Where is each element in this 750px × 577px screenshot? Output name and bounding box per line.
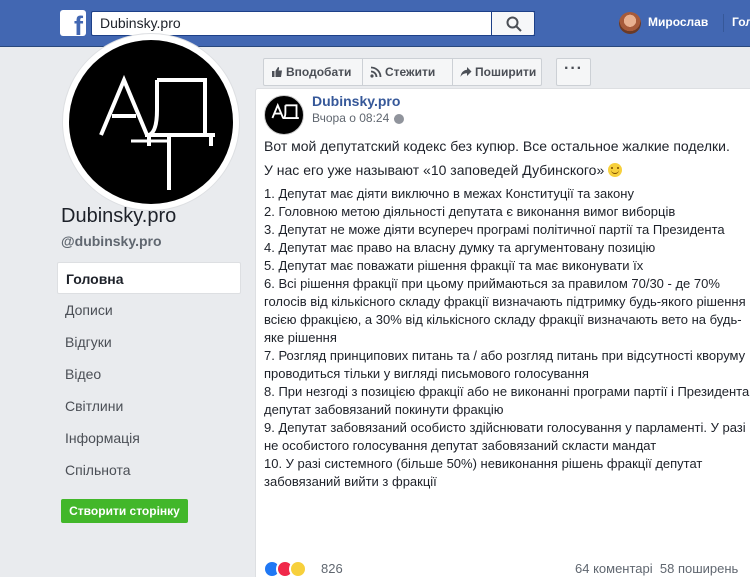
haha-reaction-icon (289, 560, 307, 577)
like-label: Вподобати (286, 65, 352, 79)
smile-emoji-icon (608, 163, 623, 177)
more-options-button[interactable]: ··· (556, 58, 591, 86)
page-profile-picture[interactable] (63, 34, 239, 210)
post-author-avatar[interactable] (264, 95, 304, 135)
post-intro-2: У нас его уже называют «10 заповедей Дуб… (264, 161, 750, 179)
share-label: Поширити (475, 65, 537, 79)
search-icon (506, 16, 522, 32)
follow-label: Стежити (385, 65, 436, 79)
nav-item-home[interactable]: Головна (57, 262, 241, 294)
nav-item-reviews[interactable]: Відгуки (57, 326, 241, 358)
list-item: 2. Головною метою діяльності депутата є … (264, 204, 676, 219)
globe-icon (394, 114, 404, 124)
list-item: 1. Депутат має діяти виключно в межах Ко… (264, 186, 634, 201)
share-arrow-icon (460, 67, 472, 77)
page-name[interactable]: Dubinsky.pro (61, 205, 176, 228)
nav-item-photos[interactable]: Світлини (57, 390, 241, 422)
home-link[interactable]: Головна (732, 15, 750, 29)
like-page-button[interactable]: Вподобати (263, 58, 363, 86)
rss-icon (370, 66, 382, 78)
list-item: 3. Депутат не може діяти всупереч програ… (264, 222, 725, 237)
nav-item-community[interactable]: Спільнота (57, 454, 241, 486)
page-handle[interactable]: @dubinsky.pro (61, 233, 162, 249)
post-author-link[interactable]: Dubinsky.pro (312, 93, 400, 109)
list-item: 8. При незгоді з позицією фракції або не… (264, 384, 750, 417)
list-item: 9. Депутат забовязаний особисто здійснюв… (264, 420, 746, 453)
divider (723, 14, 724, 32)
follow-button[interactable]: Стежити (362, 58, 453, 86)
facebook-logo-icon[interactable]: f (60, 10, 86, 36)
page-actions: Вподобати Стежити Поширити (263, 58, 591, 86)
list-item: 10. У разі системного (більше 50%) невик… (264, 456, 703, 489)
user-avatar[interactable] (619, 12, 641, 34)
post-intro: Вот мой депутатский кодекс без купюр. Вс… (264, 138, 730, 154)
page-logo-ad (99, 74, 215, 190)
thumbs-up-icon (272, 67, 282, 77)
list-item: 6. Всі рішення фракції при цьому приймаю… (264, 276, 746, 345)
list-item: 4. Депутат має право на власну думку та … (264, 240, 656, 255)
post-text: Вот мой депутатский кодекс без купюр. Вс… (264, 137, 750, 491)
reaction-count: 826 (321, 561, 343, 576)
shares-count-link[interactable]: 58 поширень (660, 561, 738, 576)
create-page-button[interactable]: Створити сторінку (61, 499, 188, 523)
nav-item-posts[interactable]: Дописи (57, 294, 241, 326)
search-input[interactable]: Dubinsky.pro (91, 11, 535, 36)
page-logo-ad-small (271, 102, 299, 119)
nav-item-videos[interactable]: Відео (57, 358, 241, 390)
post-card: Dubinsky.pro Вчора о 08:24 · Вот мой деп… (255, 88, 750, 577)
nav-item-about[interactable]: Інформація (57, 422, 241, 454)
page-nav: Головна Дописи Відгуки Відео Світлини Ін… (57, 262, 241, 486)
share-button[interactable]: Поширити (452, 58, 542, 86)
search-button[interactable] (491, 11, 535, 36)
post-timestamp[interactable]: Вчора о 08:24 · (312, 111, 397, 125)
list-item: 7. Розгляд принципових питань та / або р… (264, 348, 746, 381)
post-stats: 64 коментарі 58 поширень (575, 561, 738, 576)
list-item: 5. Депутат має поважати рішення фракції … (264, 258, 644, 273)
comments-count-link[interactable]: 64 коментарі (575, 561, 653, 576)
user-name-link[interactable]: Мирослав (648, 15, 708, 29)
